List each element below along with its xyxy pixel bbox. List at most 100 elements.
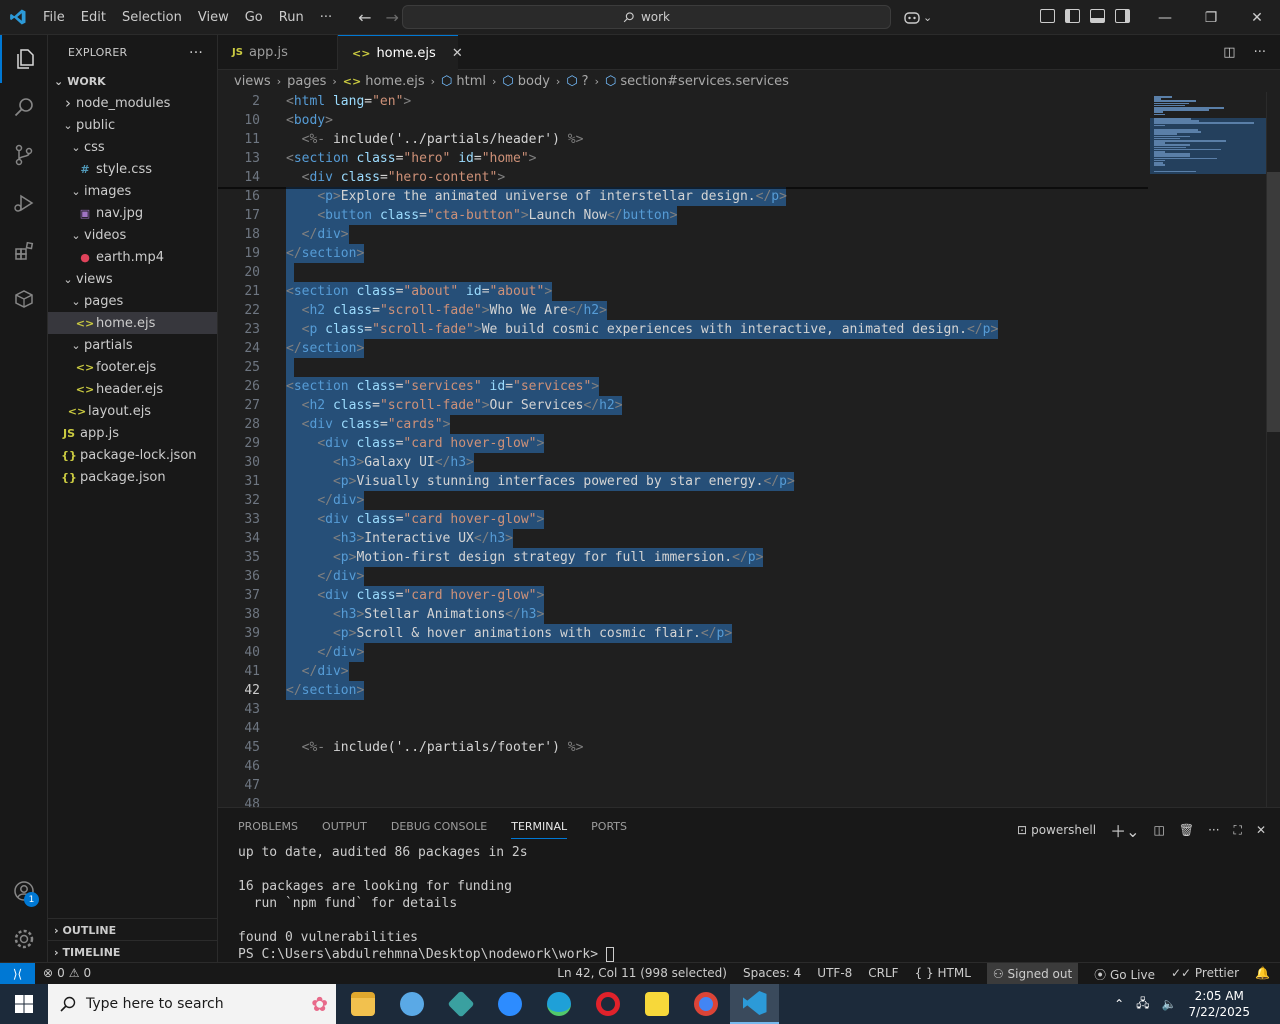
code-line[interactable]: 33 <div class="card hover-glow">: [218, 510, 1148, 529]
terminal-output[interactable]: up to date, audited 86 packages in 2s 16…: [238, 844, 614, 963]
copilot-menu[interactable]: ⌄: [903, 9, 932, 25]
code-line[interactable]: 48: [218, 795, 1148, 807]
terminal-prompt-line[interactable]: PS C:\Users\abdulrehmna\Desktop\nodework…: [238, 946, 614, 963]
terminal-shell-label[interactable]: powershell: [1031, 823, 1096, 837]
customize-layout-icon[interactable]: [1040, 9, 1055, 23]
split-editor-icon[interactable]: ◫: [1223, 45, 1235, 60]
tree-file[interactable]: <> layout.ejs: [48, 400, 217, 422]
network-icon[interactable]: 🖧: [1136, 994, 1149, 1015]
vscode-logo-icon[interactable]: [0, 0, 35, 35]
clock[interactable]: 2:05 AM 7/22/2025: [1188, 988, 1250, 1020]
code-line[interactable]: 41 </div>: [218, 662, 1148, 681]
toggle-secondary-sidebar-icon[interactable]: [1115, 9, 1130, 23]
breadcrumb-item[interactable]: section#services.services: [620, 74, 789, 89]
code-line[interactable]: 25: [218, 358, 1148, 377]
code-line[interactable]: 24 </section>: [218, 339, 1148, 358]
code-line[interactable]: 31 <p>Visually stunning interfaces power…: [218, 472, 1148, 491]
line-ending[interactable]: CRLF: [868, 966, 898, 985]
encoding[interactable]: UTF-8: [817, 966, 852, 985]
tree-file[interactable]: ● earth.mp4: [48, 246, 217, 268]
toggle-primary-sidebar-icon[interactable]: [1065, 9, 1080, 23]
menu-selection[interactable]: Selection: [114, 0, 190, 35]
code-line[interactable]: 19 </section>: [218, 244, 1148, 263]
code-line[interactable]: 38 <h3>Stellar Animations</h3>: [218, 605, 1148, 624]
maximize-panel-icon[interactable]: ⛶: [1234, 823, 1242, 838]
code-line[interactable]: 18 </div>: [218, 225, 1148, 244]
menu-edit[interactable]: Edit: [73, 0, 114, 35]
menu-go[interactable]: Go: [237, 0, 271, 35]
vscode-app-icon[interactable]: [730, 984, 779, 1024]
go-live-button[interactable]: ⦿ Go Live: [1094, 966, 1155, 985]
minimize-icon[interactable]: —: [1142, 0, 1188, 35]
close-panel-icon[interactable]: ✕: [1256, 823, 1266, 837]
accounts-icon[interactable]: 1: [0, 867, 48, 915]
edge-app-icon[interactable]: [534, 984, 583, 1024]
explorer-more-icon[interactable]: ···: [189, 45, 203, 61]
code-line[interactable]: 37 <div class="card hover-glow">: [218, 586, 1148, 605]
workspace-section[interactable]: ⌄ WORK: [48, 70, 217, 92]
code-line[interactable]: 35 <p>Motion-first design strategy for f…: [218, 548, 1148, 567]
tree-folder[interactable]: ⌄ partials: [48, 334, 217, 356]
code-line[interactable]: 40 </div>: [218, 643, 1148, 662]
timeline-section[interactable]: › TIMELINE: [48, 940, 218, 963]
code-line[interactable]: 34 <h3>Interactive UX</h3>: [218, 529, 1148, 548]
code-lines[interactable]: 2 <html lang="en"> 10 <body> 11 <%- include(…: [218, 92, 1148, 807]
tab-debug-console[interactable]: DEBUG CONSOLE: [391, 820, 487, 833]
tree-folder[interactable]: ⌄ views: [48, 268, 217, 290]
tree-folder[interactable]: ⌄ css: [48, 136, 217, 158]
indentation[interactable]: Spaces: 4: [743, 966, 801, 985]
editor-scrollbar[interactable]: [1266, 92, 1280, 807]
tab-app-js[interactable]: JS app.js: [218, 35, 338, 70]
tree-folder[interactable]: ⌄ images: [48, 180, 217, 202]
file-explorer-app-icon[interactable]: [338, 984, 387, 1024]
prettier-button[interactable]: ✓✓ Prettier: [1171, 966, 1239, 985]
language-mode[interactable]: { } HTML: [915, 966, 971, 985]
code-line[interactable]: 11 <%- include('../partials/header') %>: [218, 130, 1148, 149]
tree-file[interactable]: # style.css: [48, 158, 217, 180]
opera-app-icon[interactable]: [583, 984, 632, 1024]
remote-indicator-icon[interactable]: ⟩⟨: [0, 963, 35, 985]
menu-more[interactable]: ···: [312, 0, 340, 35]
taskbar-search-box[interactable]: Type here to search ✿: [48, 984, 336, 1024]
tree-folder[interactable]: ⌄ pages: [48, 290, 217, 312]
scrollbar-thumb[interactable]: [1267, 172, 1280, 432]
tree-file[interactable]: {} package-lock.json: [48, 444, 217, 466]
close-window-icon[interactable]: ✕: [1234, 0, 1280, 35]
minimap[interactable]: [1150, 92, 1266, 807]
code-line[interactable]: 36 </div>: [218, 567, 1148, 586]
remote-explorer-icon[interactable]: [0, 275, 48, 323]
cursor-position[interactable]: Ln 42, Col 11 (998 selected): [557, 966, 727, 985]
code-line[interactable]: 22 <h2 class="scroll-fade">Who We Are</h…: [218, 301, 1148, 320]
more-actions-icon[interactable]: ···: [1254, 45, 1266, 60]
code-line[interactable]: 42 </section>: [218, 681, 1148, 700]
code-line[interactable]: 29 <div class="card hover-glow">: [218, 434, 1148, 453]
zoom-app-icon[interactable]: [485, 984, 534, 1024]
tree-file[interactable]: <> home.ejs: [48, 312, 217, 334]
new-terminal-icon[interactable]: ＋⌄: [1110, 818, 1139, 842]
tab-output[interactable]: OUTPUT: [322, 820, 367, 833]
tree-file[interactable]: {} package.json: [48, 466, 217, 488]
code-line[interactable]: 2 <html lang="en">: [218, 92, 1148, 111]
tree-file[interactable]: <> footer.ejs: [48, 356, 217, 378]
close-tab-icon[interactable]: ✕: [452, 46, 463, 61]
split-terminal-icon[interactable]: ◫: [1154, 823, 1165, 837]
tree-file[interactable]: ▣ nav.jpg: [48, 202, 217, 224]
tree-file[interactable]: <> header.ejs: [48, 378, 217, 400]
volume-icon[interactable]: 🔈: [1162, 997, 1177, 1011]
breadcrumb-item[interactable]: body: [518, 74, 550, 89]
tab-terminal[interactable]: TERMINAL: [511, 820, 568, 839]
breadcrumb-item[interactable]: html: [456, 74, 486, 89]
code-line[interactable]: 23 <p class="scroll-fade">We build cosmi…: [218, 320, 1148, 339]
account-status[interactable]: ⚇ Signed out: [986, 963, 1079, 985]
code-line[interactable]: 28 <div class="cards">: [218, 415, 1148, 434]
tab-problems[interactable]: PROBLEMS: [238, 820, 298, 833]
tree-folder[interactable]: ⌄ public: [48, 114, 217, 136]
breadcrumb-item[interactable]: ?: [582, 74, 589, 89]
source-control-icon[interactable]: [0, 131, 48, 179]
app-icon[interactable]: [387, 984, 436, 1024]
tree-folder[interactable]: › node_modules: [48, 92, 217, 114]
outline-section[interactable]: › OUTLINE: [48, 918, 218, 941]
tab-ports[interactable]: PORTS: [591, 820, 627, 833]
notifications-bell-icon[interactable]: 🔔: [1255, 966, 1270, 985]
menu-view[interactable]: View: [190, 0, 237, 35]
